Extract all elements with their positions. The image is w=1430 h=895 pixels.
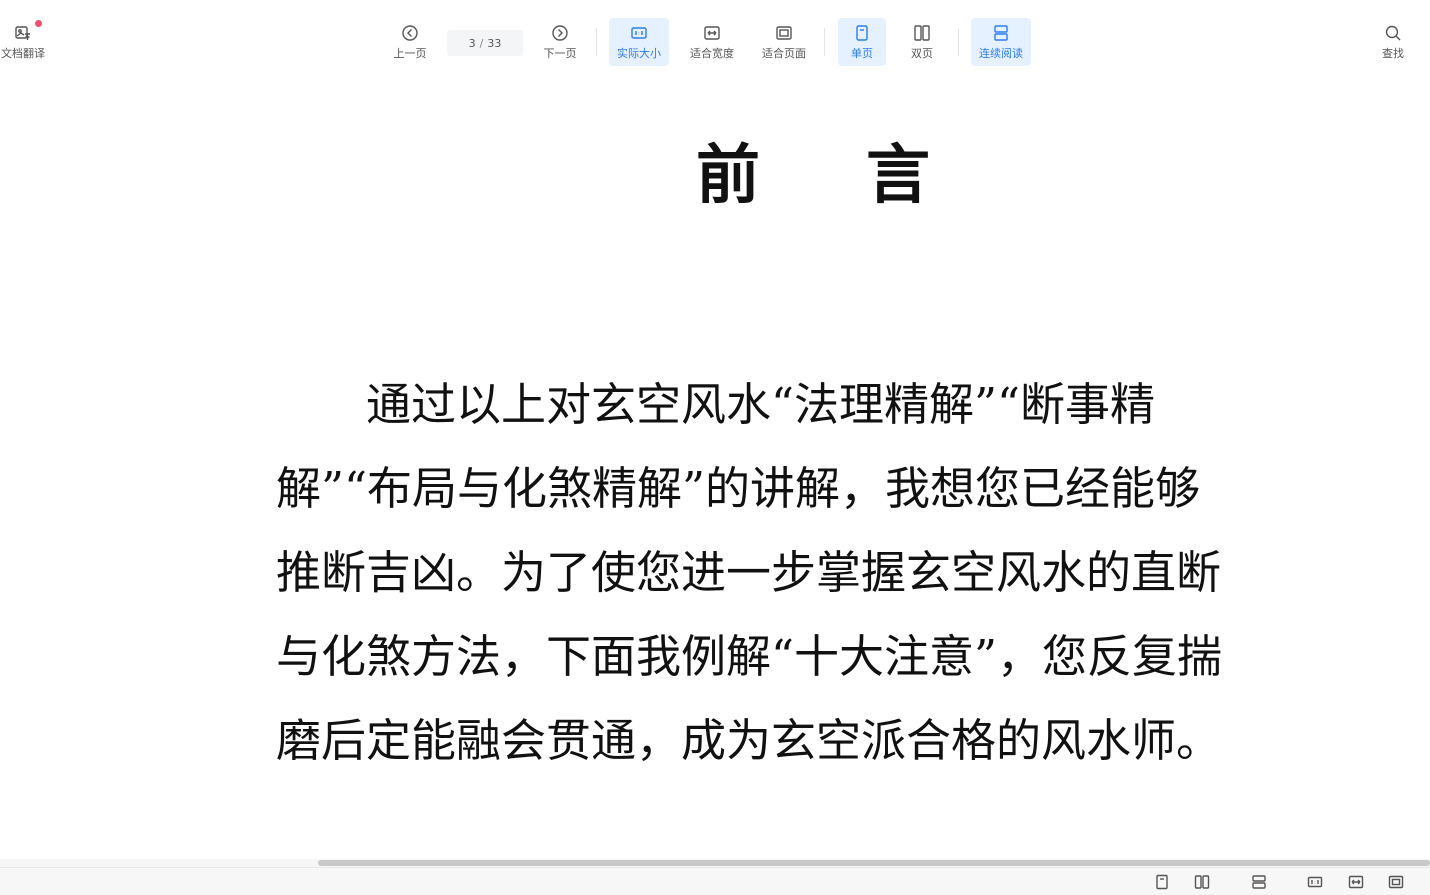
actual-size-label: 实际大小: [617, 46, 661, 60]
double-page-label: 双页: [911, 46, 933, 60]
double-page-button[interactable]: 双页: [898, 18, 946, 66]
title-char-2: 言: [866, 138, 930, 213]
actual-size-icon[interactable]: [1307, 874, 1323, 890]
doc-translate-label: 文档翻译: [1, 46, 45, 60]
continuous-reading-button[interactable]: 连续阅读: [971, 18, 1031, 66]
paragraph-line: 通过以上对玄空风水“法理精解”“断事精: [276, 378, 1156, 431]
horizontal-scrollbar-thumb[interactable]: [318, 860, 1430, 866]
current-page: 3: [468, 36, 476, 50]
fit-width-label: 适合宽度: [690, 46, 734, 60]
fit-page-label: 适合页面: [762, 46, 806, 60]
translate-icon: [15, 25, 30, 40]
search-button[interactable]: 查找: [1374, 18, 1412, 66]
prev-page-label: 上一页: [393, 46, 427, 60]
fit-page-icon[interactable]: [1388, 874, 1404, 890]
next-page-label: 下一页: [543, 46, 577, 60]
fit-width-button[interactable]: 适合宽度: [684, 18, 740, 66]
toolbar-divider: [596, 28, 597, 56]
document-page: 前 言 通过以上对玄空风水“法理精解”“断事精 解”“布局与化煞精解”的讲解，我…: [0, 80, 1430, 860]
chevron-left-circle-icon: [402, 24, 418, 41]
single-page-icon: [856, 24, 868, 41]
search-icon: [1385, 25, 1401, 40]
toolbar: 文档翻译 上一页 3 / 33 下一页 实际大小 适合宽度 适合页面 单页 双页…: [0, 0, 1430, 80]
continuous-reading-icon: [994, 24, 1008, 41]
continuous-reading-icon[interactable]: [1251, 874, 1267, 890]
continuous-reading-label: 连续阅读: [979, 46, 1023, 60]
actual-size-icon: [631, 26, 647, 39]
double-page-icon[interactable]: [1194, 874, 1210, 890]
next-page-button[interactable]: 下一页: [538, 18, 582, 66]
page-separator: /: [479, 36, 484, 50]
fit-page-button[interactable]: 适合页面: [756, 18, 812, 66]
paragraph-line: 解”“布局与化煞精解”的讲解，我想您已经能够: [276, 462, 1201, 515]
fit-width-icon[interactable]: [1348, 874, 1364, 890]
fit-width-icon: [704, 25, 720, 40]
toolbar-divider: [958, 28, 959, 56]
fit-page-icon: [776, 25, 792, 40]
status-bar: [0, 867, 1430, 895]
prev-page-button[interactable]: 上一页: [388, 18, 432, 66]
search-label: 查找: [1382, 46, 1404, 60]
toolbar-divider: [824, 28, 825, 56]
notification-dot: [35, 20, 42, 27]
paragraph: 通过以上对玄空风水“法理精解”“断事精 解”“布局与化煞精解”的讲解，我想您已经…: [276, 363, 1346, 783]
actual-size-button[interactable]: 实际大小: [609, 18, 669, 66]
title-char-1: 前: [696, 138, 760, 213]
double-page-icon: [914, 24, 930, 41]
paragraph-line: 推断吉凶。为了使您进一步掌握玄空风水的直断: [276, 546, 1222, 599]
paragraph-line: 磨后定能融会贯通，成为玄空派合格的风水师。: [276, 714, 1222, 767]
single-page-icon[interactable]: [1154, 874, 1170, 890]
page-number-input[interactable]: 3 / 33: [447, 30, 523, 56]
paragraph-line: 与化煞方法，下面我例解“十大注意”，您反复揣: [276, 630, 1223, 683]
single-page-label: 单页: [851, 46, 873, 60]
chevron-right-circle-icon: [552, 24, 568, 41]
total-pages: 33: [487, 36, 502, 50]
single-page-button[interactable]: 单页: [838, 18, 886, 66]
